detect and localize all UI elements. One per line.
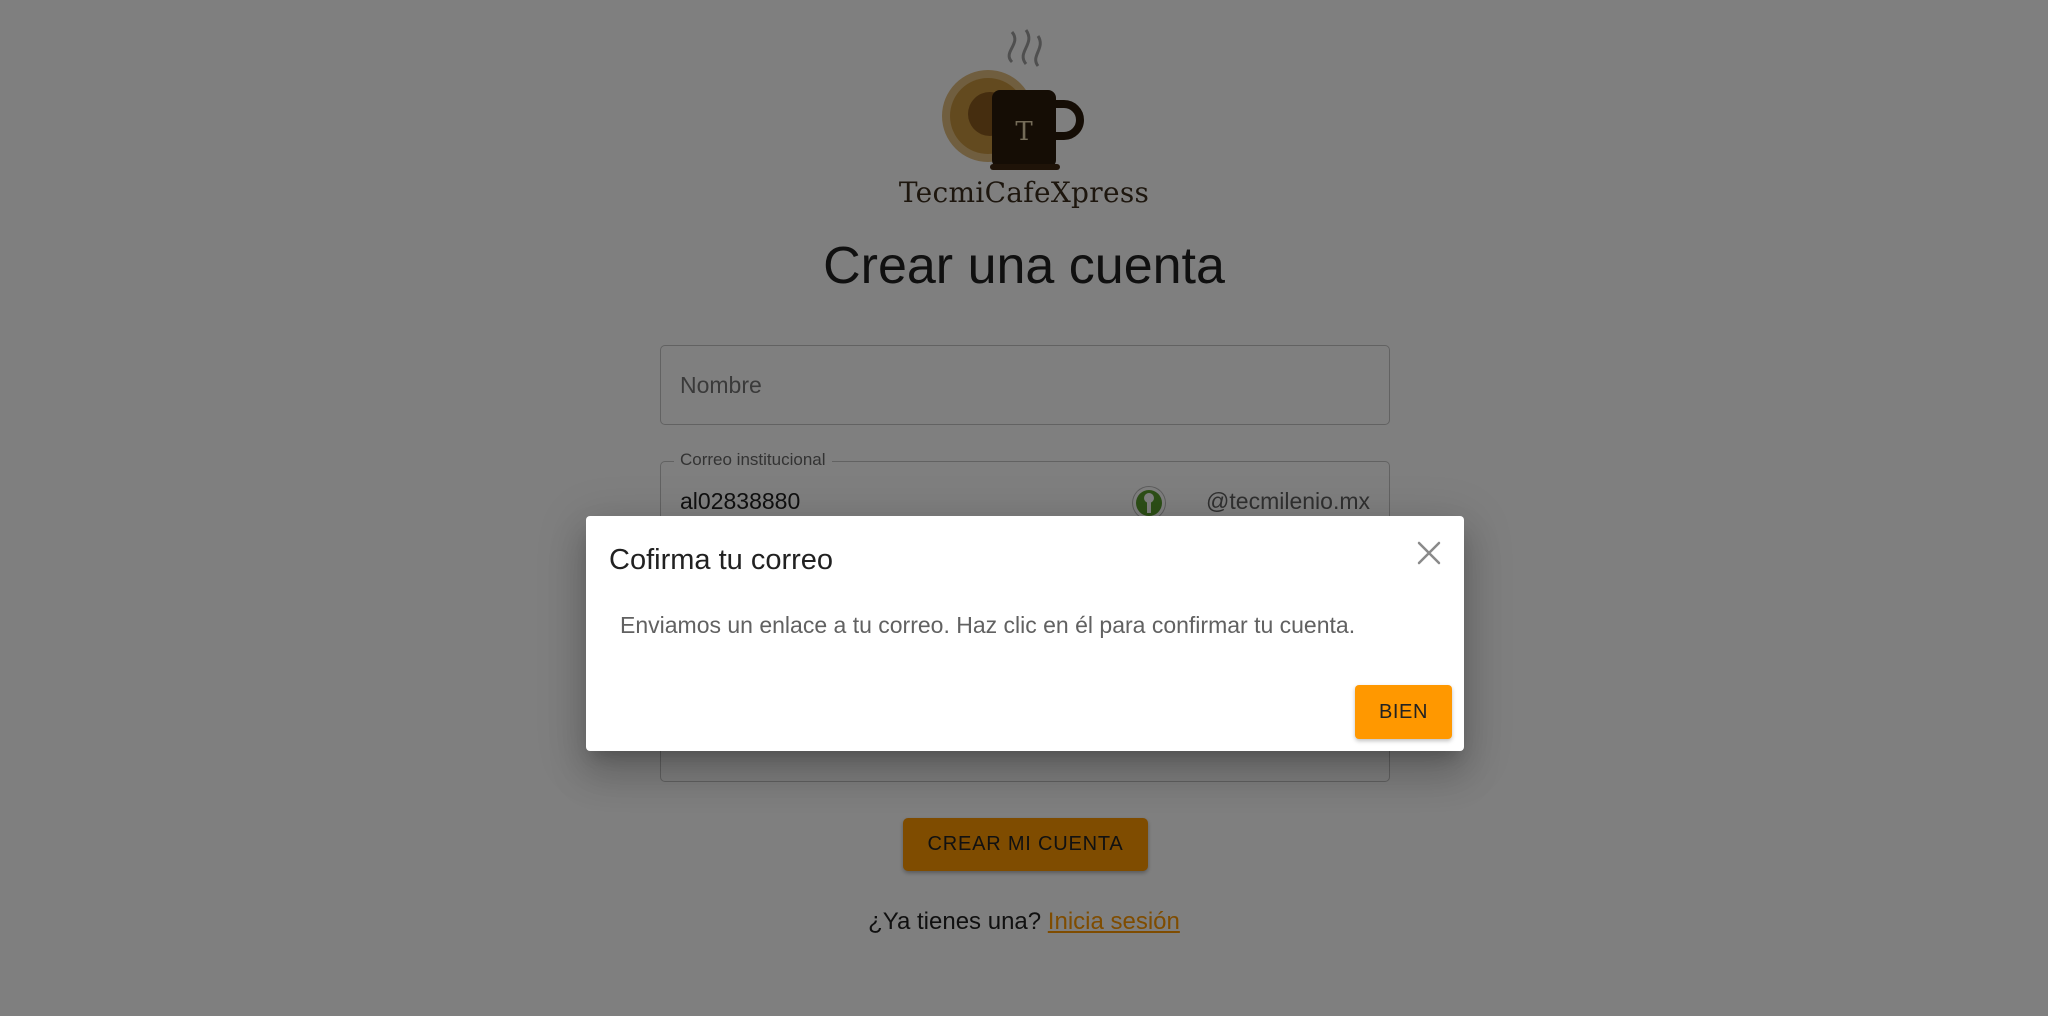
ok-button[interactable]: BIEN: [1355, 685, 1452, 739]
dialog-message: Enviamos un enlace a tu correo. Haz clic…: [620, 612, 1356, 638]
confirm-email-dialog: Cofirma tu correo Enviamos un enlace a t…: [586, 516, 1464, 751]
close-icon[interactable]: [1414, 538, 1444, 568]
dialog-title: Cofirma tu correo: [609, 544, 834, 576]
modal-backdrop[interactable]: [0, 0, 2048, 1016]
